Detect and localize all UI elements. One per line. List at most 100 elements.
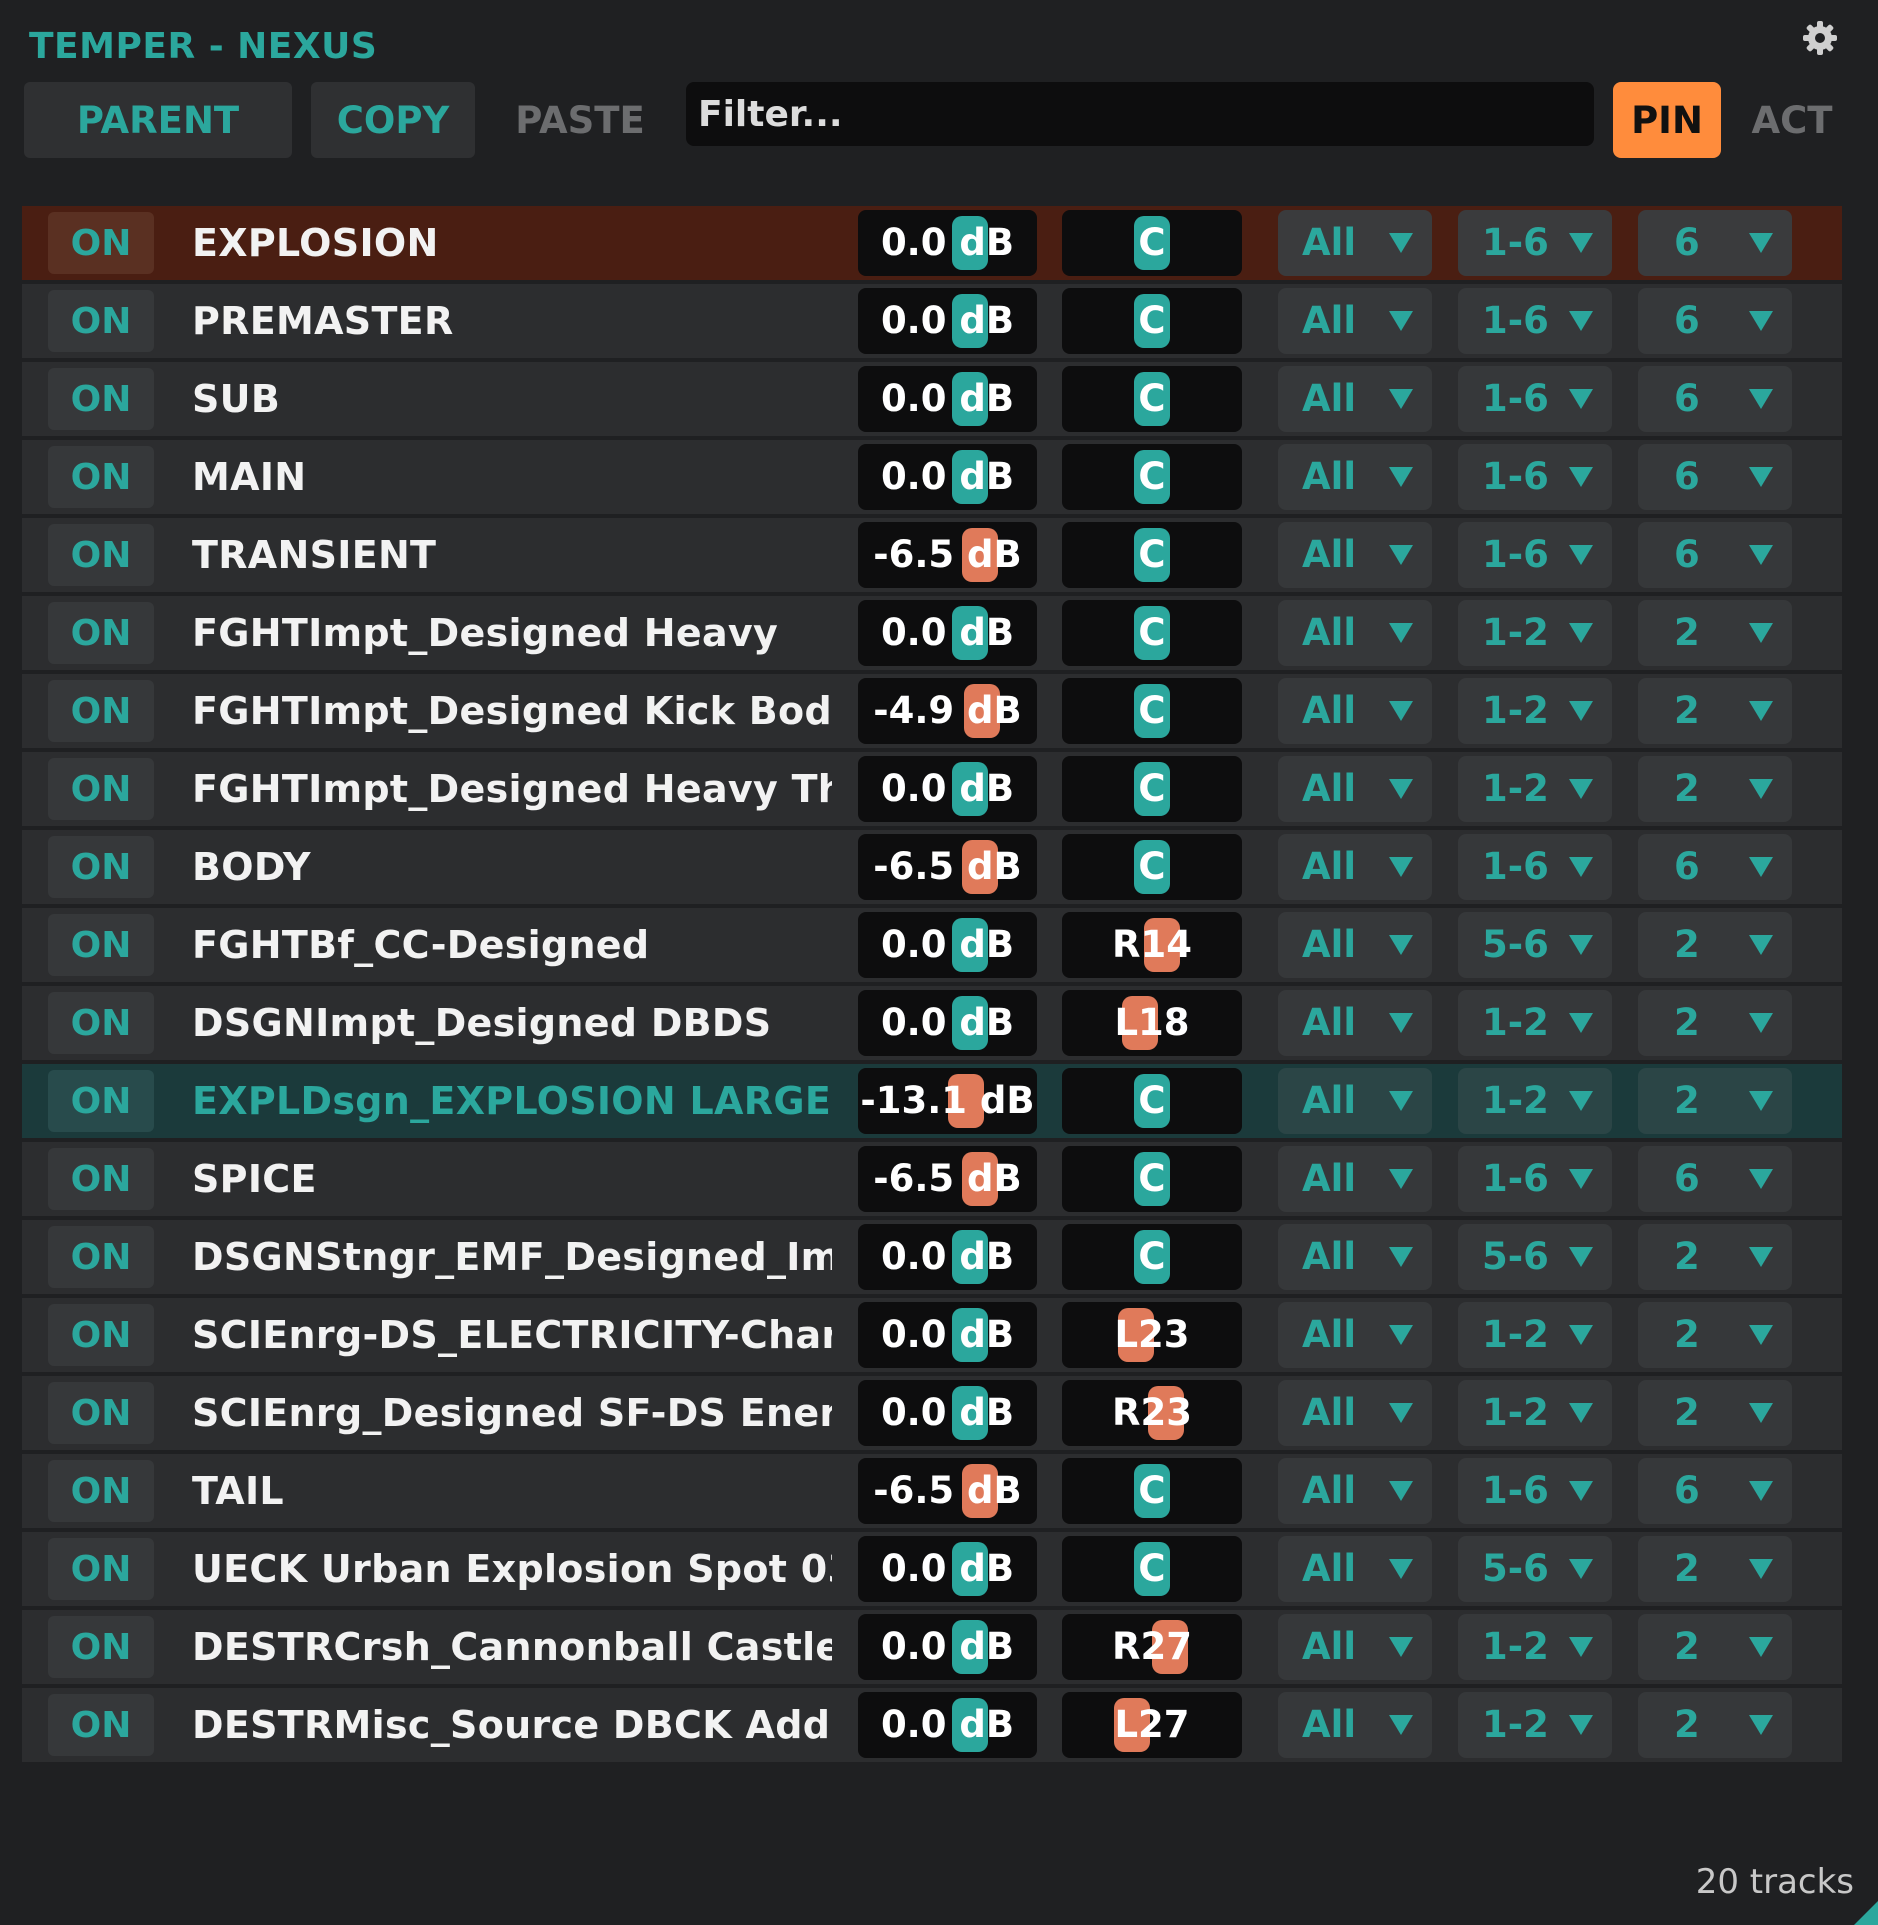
track-on-toggle[interactable]: ON [48,1382,154,1444]
channel-count-dropdown[interactable]: 2 [1638,678,1792,744]
track-row[interactable]: ON DESTRMisc_Source DBCK Add Exp 0.0 dB L27… [22,1688,1842,1762]
track-row[interactable]: ON MAIN 0.0 dB C All 1-6 6 [22,440,1842,514]
pan-slider[interactable]: L18 [1062,990,1242,1056]
paste-button[interactable]: PASTE [500,82,660,158]
track-row[interactable]: ON SPICE -6.5 dB C All 1-6 6 [22,1142,1842,1216]
input-select-dropdown[interactable]: All [1278,756,1432,822]
track-name[interactable]: FGHTImpt_Designed Heavy Thud [192,752,832,826]
pan-slider[interactable]: C [1062,678,1242,744]
channel-count-dropdown[interactable]: 6 [1638,1458,1792,1524]
track-row[interactable]: ON FGHTImpt_Designed Kick Body Ha -4.9 dB C… [22,674,1842,748]
channel-count-dropdown[interactable]: 2 [1638,990,1792,1056]
channel-range-dropdown[interactable]: 1-2 [1458,678,1612,744]
volume-fader[interactable]: 0.0 dB [858,366,1037,432]
track-name[interactable]: DESTRMisc_Source DBCK Add Exp [192,1688,832,1762]
channel-range-dropdown[interactable]: 1-2 [1458,600,1612,666]
track-name[interactable]: TAIL [192,1454,832,1528]
channel-range-dropdown[interactable]: 5-6 [1458,912,1612,978]
volume-fader[interactable]: 0.0 dB [858,1614,1037,1680]
channel-range-dropdown[interactable]: 1-6 [1458,288,1612,354]
track-row[interactable]: ON BODY -6.5 dB C All 1-6 6 [22,830,1842,904]
channel-count-dropdown[interactable]: 6 [1638,1146,1792,1212]
channel-range-dropdown[interactable]: 1-2 [1458,1614,1612,1680]
channel-count-dropdown[interactable]: 2 [1638,912,1792,978]
input-select-dropdown[interactable]: All [1278,444,1432,510]
pan-slider[interactable]: C [1062,444,1242,510]
track-name[interactable]: PREMASTER [192,284,832,358]
track-row[interactable]: ON SCIEnrg_Designed SF-DS Energy B 0.0 dB R… [22,1376,1842,1450]
channel-range-dropdown[interactable]: 1-2 [1458,756,1612,822]
gear-icon[interactable] [1800,18,1840,58]
pan-slider[interactable]: C [1062,1224,1242,1290]
channel-count-dropdown[interactable]: 2 [1638,1380,1792,1446]
volume-fader[interactable]: -6.5 dB [858,522,1037,588]
input-select-dropdown[interactable]: All [1278,1224,1432,1290]
volume-fader[interactable]: -6.5 dB [858,1146,1037,1212]
channel-range-dropdown[interactable]: 1-2 [1458,990,1612,1056]
channel-range-dropdown[interactable]: 5-6 [1458,1536,1612,1602]
channel-count-dropdown[interactable]: 6 [1638,444,1792,510]
track-on-toggle[interactable]: ON [48,914,154,976]
volume-fader[interactable]: 0.0 dB [858,990,1037,1056]
channel-range-dropdown[interactable]: 1-6 [1458,1458,1612,1524]
pan-slider[interactable]: C [1062,288,1242,354]
track-name[interactable]: SCIEnrg_Designed SF-DS Energy B [192,1376,832,1450]
track-row[interactable]: ON TAIL -6.5 dB C All 1-6 6 [22,1454,1842,1528]
track-on-toggle[interactable]: ON [48,1460,154,1522]
input-select-dropdown[interactable]: All [1278,1536,1432,1602]
volume-fader[interactable]: 0.0 dB [858,1302,1037,1368]
track-row[interactable]: ON DSGNImpt_Designed DBDS 0.0 dB L18 All 1-2 2 [22,986,1842,1060]
track-on-toggle[interactable]: ON [48,1694,154,1756]
track-row[interactable]: ON FGHTImpt_Designed Heavy 0.0 dB C All 1-2 2 [22,596,1842,670]
volume-fader[interactable]: 0.0 dB [858,756,1037,822]
track-name[interactable]: DESTRCrsh_Cannonball Castle Wa [192,1610,832,1684]
channel-count-dropdown[interactable]: 2 [1638,1536,1792,1602]
pan-slider[interactable]: C [1062,834,1242,900]
volume-fader[interactable]: -13.1 dB [858,1068,1037,1134]
track-row[interactable]: ON FGHTBf_CC-Designed 0.0 dB R14 All 5-6 2 [22,908,1842,982]
input-select-dropdown[interactable]: All [1278,1146,1432,1212]
channel-range-dropdown[interactable]: 1-2 [1458,1302,1612,1368]
track-on-toggle[interactable]: ON [48,1070,154,1132]
track-name[interactable]: SPICE [192,1142,832,1216]
channel-range-dropdown[interactable]: 1-6 [1458,444,1612,510]
pan-slider[interactable]: C [1062,522,1242,588]
pin-button[interactable]: PIN [1613,82,1721,158]
input-select-dropdown[interactable]: All [1278,990,1432,1056]
pan-slider[interactable]: L27 [1062,1692,1242,1758]
parent-button[interactable]: PARENT [24,82,292,158]
channel-count-dropdown[interactable]: 2 [1638,1068,1792,1134]
pan-slider[interactable]: C [1062,210,1242,276]
volume-fader[interactable]: 0.0 dB [858,288,1037,354]
track-on-toggle[interactable]: ON [48,212,154,274]
track-on-toggle[interactable]: ON [48,680,154,742]
input-select-dropdown[interactable]: All [1278,210,1432,276]
pan-slider[interactable]: C [1062,1068,1242,1134]
track-on-toggle[interactable]: ON [48,1538,154,1600]
input-select-dropdown[interactable]: All [1278,834,1432,900]
track-name[interactable]: UECK Urban Explosion Spot 03 e9 [192,1532,832,1606]
channel-range-dropdown[interactable]: 1-2 [1458,1380,1612,1446]
track-on-toggle[interactable]: ON [48,368,154,430]
track-row[interactable]: ON TRANSIENT -6.5 dB C All 1-6 6 [22,518,1842,592]
volume-fader[interactable]: 0.0 dB [858,1536,1037,1602]
channel-count-dropdown[interactable]: 2 [1638,1692,1792,1758]
volume-fader[interactable]: -6.5 dB [858,834,1037,900]
pan-slider[interactable]: C [1062,1536,1242,1602]
resize-corner-icon[interactable] [1854,1901,1878,1925]
track-name[interactable]: FGHTBf_CC-Designed [192,908,832,982]
track-row[interactable]: ON SUB 0.0 dB C All 1-6 6 [22,362,1842,436]
volume-fader[interactable]: 0.0 dB [858,444,1037,510]
track-name[interactable]: FGHTImpt_Designed Heavy [192,596,832,670]
filter-input[interactable]: Filter... [686,82,1594,146]
track-on-toggle[interactable]: ON [48,446,154,508]
input-select-dropdown[interactable]: All [1278,366,1432,432]
volume-fader[interactable]: -6.5 dB [858,1458,1037,1524]
track-on-toggle[interactable]: ON [48,290,154,352]
input-select-dropdown[interactable]: All [1278,1692,1432,1758]
channel-count-dropdown[interactable]: 6 [1638,522,1792,588]
track-row[interactable]: ON FGHTImpt_Designed Heavy Thud 0.0 dB C All… [22,752,1842,826]
channel-count-dropdown[interactable]: 2 [1638,1302,1792,1368]
pan-slider[interactable]: R27 [1062,1614,1242,1680]
channel-count-dropdown[interactable]: 2 [1638,1224,1792,1290]
